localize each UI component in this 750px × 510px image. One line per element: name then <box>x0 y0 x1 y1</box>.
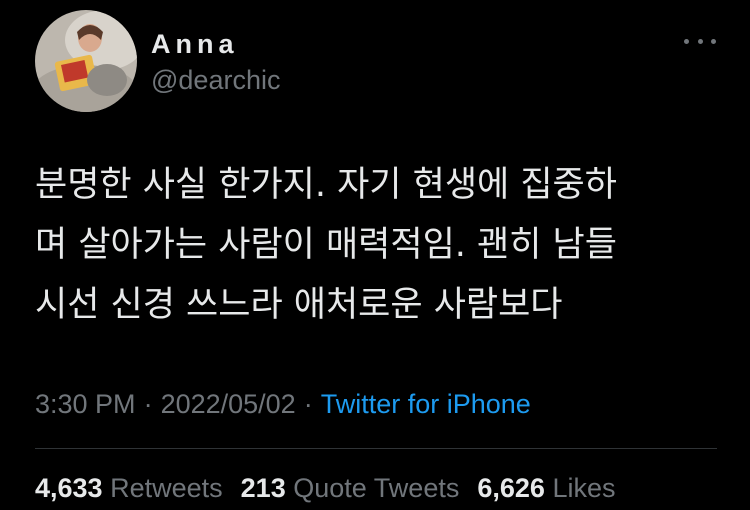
more-horizontal-icon <box>711 38 716 44</box>
tweet-detail: Anna @dearchic 분명한 사실 한가지. 자기 현생에 집중하 며 … <box>0 0 750 510</box>
divider <box>35 448 717 449</box>
avatar[interactable] <box>35 10 137 112</box>
engagement-stats: 4,633 Retweets 213 Quote Tweets 6,626 Like… <box>35 470 633 506</box>
quote-tweets-label: Quote Tweets <box>293 473 460 503</box>
retweets-count: 4,633 <box>35 473 103 503</box>
tweet-metadata: 3:30 PM · 2022/05/02 · Twitter for iPhone <box>35 386 531 422</box>
meta-separator: · <box>303 389 313 419</box>
tweet-text-line: 시선 신경 쓰느라 애처로운 사람보다 <box>35 285 563 325</box>
more-options-button[interactable] <box>684 30 716 52</box>
more-horizontal-icon <box>684 38 689 44</box>
retweets-label: Retweets <box>110 473 223 503</box>
display-name[interactable]: Anna <box>151 28 239 60</box>
likes-stat[interactable]: 6,626 Likes <box>477 473 615 503</box>
user-handle[interactable]: @dearchic <box>151 64 280 96</box>
likes-count: 6,626 <box>477 473 545 503</box>
tweet-text-line: 며 살아가는 사람이 매력적임. 괜히 남들 <box>35 225 617 265</box>
avatar-image <box>35 10 137 112</box>
retweets-stat[interactable]: 4,633 Retweets <box>35 473 223 503</box>
tweet-text: 분명한 사실 한가지. 자기 현생에 집중하 며 살아가는 사람이 매력적임. … <box>35 155 725 335</box>
quote-tweets-stat[interactable]: 213 Quote Tweets <box>241 473 460 503</box>
quote-tweets-count: 213 <box>240 473 286 503</box>
tweet-source-link[interactable]: Twitter for iPhone <box>321 389 531 419</box>
meta-separator: · <box>143 389 153 419</box>
tweet-text-line: 분명한 사실 한가지. 자기 현생에 집중하 <box>35 165 617 205</box>
likes-label: Likes <box>552 473 616 503</box>
more-horizontal-icon <box>697 38 703 44</box>
tweet-date[interactable]: 2022/05/02 <box>161 389 296 419</box>
tweet-time[interactable]: 3:30 PM <box>35 389 136 419</box>
